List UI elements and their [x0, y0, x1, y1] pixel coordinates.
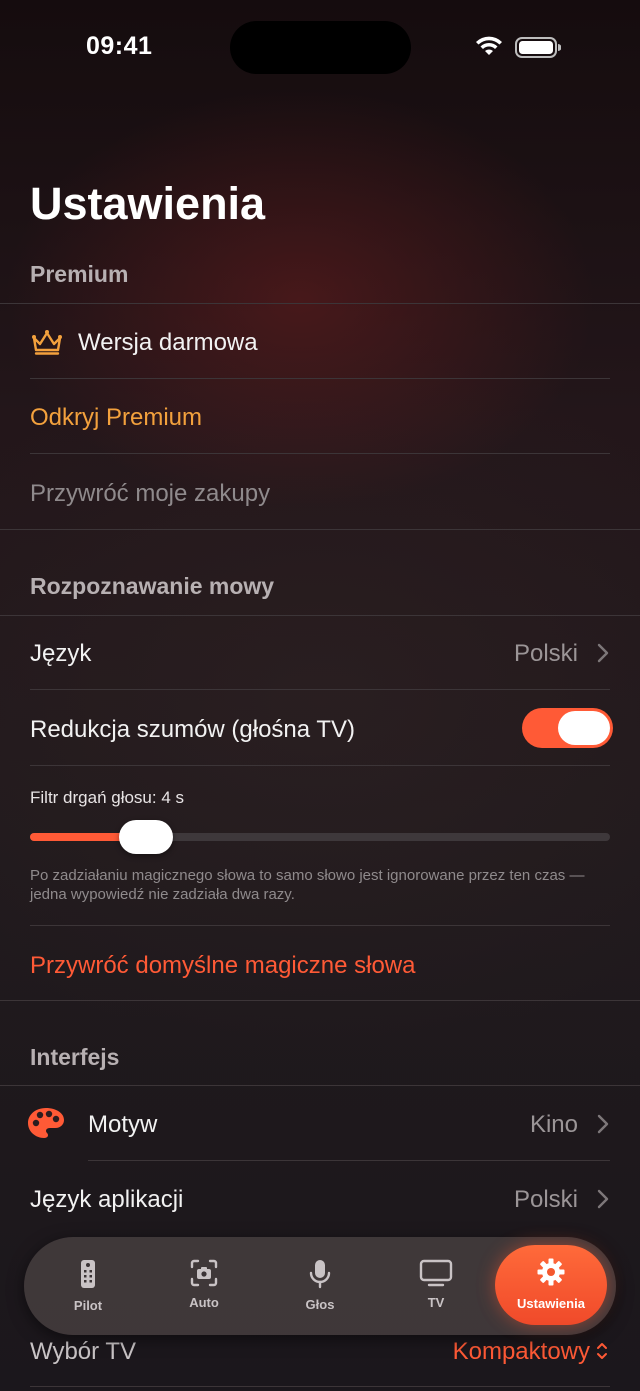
section-header-premium: Premium: [30, 261, 129, 287]
free-version-label: Wersja darmowa: [78, 329, 258, 356]
restore-magic-words-button[interactable]: Przywróć domyślne magiczne słowa: [0, 926, 640, 1000]
chevron-up-down-icon: [597, 1343, 607, 1359]
divider: [0, 1000, 640, 1001]
restore-purchases-label: Przywróć moje zakupy: [30, 480, 271, 507]
dynamic-island: [230, 21, 411, 74]
tab-label: Głos: [305, 1297, 335, 1312]
wifi-icon: [476, 36, 502, 55]
noise-reduction-label: Redukcja szumów (głośna TV): [30, 716, 356, 743]
tab-auto[interactable]: Auto: [148, 1237, 260, 1335]
discover-premium-label: Odkryj Premium: [30, 404, 203, 431]
divider: [0, 529, 640, 530]
noise-reduction-toggle[interactable]: [522, 708, 613, 748]
theme-value: Kino: [529, 1111, 578, 1138]
divider: [30, 1386, 610, 1387]
tab-pilot[interactable]: Pilot: [32, 1237, 144, 1335]
tab-label: TV: [427, 1295, 445, 1310]
app-language-label: Język aplikacji: [30, 1186, 184, 1213]
camera-scan-icon: [190, 1259, 218, 1287]
chevron-right-icon: [597, 1114, 609, 1134]
section-header-speech: Rozpoznawanie mowy: [30, 573, 275, 599]
tab-label: Ustawienia: [517, 1296, 585, 1311]
tab-tv[interactable]: TV: [380, 1237, 492, 1335]
app-language-row[interactable]: Język aplikacji Polski: [0, 1161, 640, 1235]
section-header-interface: Interfejs: [30, 1044, 120, 1070]
divider: [30, 765, 610, 766]
gear-icon: [537, 1258, 565, 1286]
tab-label: Pilot: [73, 1298, 103, 1313]
remote-icon: [81, 1260, 95, 1288]
voice-filter-label: Filtr drgań głosu: 4 s: [30, 788, 185, 807]
tab-ustawienia[interactable]: Ustawienia: [495, 1237, 607, 1335]
crown-icon: [32, 330, 62, 355]
voice-filter-slider[interactable]: [30, 833, 610, 841]
voice-filter-footnote: Po zadziałaniu magicznego słowa to samo …: [30, 867, 585, 903]
status-time: 09:41: [86, 32, 153, 60]
toggle-knob: [558, 711, 610, 745]
theme-row[interactable]: Motyw Kino: [0, 1086, 640, 1160]
language-row[interactable]: Język Polski: [0, 616, 640, 689]
tv-choice-label: Wybór TV: [30, 1338, 137, 1365]
chevron-right-icon: [597, 1189, 609, 1209]
tab-label: Auto: [189, 1295, 219, 1310]
restore-purchases-button[interactable]: Przywróć moje zakupy: [0, 454, 640, 528]
chevron-right-icon: [597, 643, 609, 663]
battery-icon: [515, 37, 561, 58]
free-version-row: Wersja darmowa: [0, 304, 640, 378]
palette-icon: [28, 1108, 64, 1138]
restore-magic-words-label: Przywróć domyślne magiczne słowa: [30, 952, 416, 979]
language-value: Polski: [513, 640, 578, 667]
discover-premium-button[interactable]: Odkryj Premium: [0, 379, 640, 453]
tv-icon: [419, 1259, 453, 1287]
language-label: Język: [30, 640, 92, 667]
tab-bar: Pilot Auto Głos TV Ustawienia: [24, 1237, 616, 1335]
tab-glos[interactable]: Głos: [264, 1237, 376, 1335]
slider-thumb[interactable]: [119, 820, 173, 854]
theme-label: Motyw: [88, 1111, 158, 1138]
microphone-icon: [309, 1260, 331, 1289]
app-language-value: Polski: [513, 1186, 578, 1213]
page-title: Ustawienia: [30, 178, 266, 229]
tv-choice-value: Kompaktowy: [452, 1338, 590, 1365]
